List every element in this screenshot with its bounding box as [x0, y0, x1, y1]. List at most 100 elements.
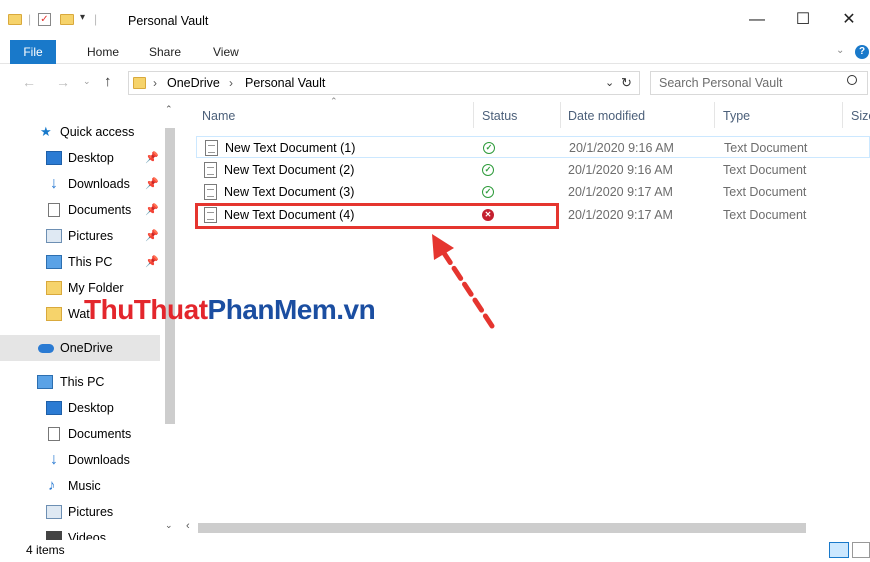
sidebar-item-label: This PC [68, 255, 113, 269]
pin-icon: 📌 [145, 178, 159, 190]
title-bar: | ✓ ▾ | Personal Vault — ☐ ✕ [0, 0, 870, 40]
folder-icon [133, 77, 146, 89]
recent-locations-icon[interactable]: ⌄ [83, 76, 91, 87]
sidebar-item-pc-music[interactable]: ♪ Music [0, 473, 160, 499]
address-dropdown-icon[interactable]: ⌄ [605, 76, 614, 89]
file-date: 20/1/2020 9:17 AM [568, 185, 673, 199]
chevron-down-icon[interactable]: ⌄ [836, 45, 844, 56]
search-input[interactable]: Search Personal Vault [659, 76, 782, 90]
sidebar-item-this-pc[interactable]: This PC [0, 369, 160, 395]
column-header-size[interactable]: Size [851, 102, 870, 130]
breadcrumb-onedrive[interactable]: OneDrive [167, 76, 220, 90]
annotation-arrow [432, 234, 495, 329]
watermark-part: PhanMem [207, 294, 337, 325]
scroll-up-icon[interactable]: ⌃ [165, 104, 173, 115]
breadcrumb-personal-vault[interactable]: Personal Vault [245, 76, 325, 90]
sidebar-item-label: Pictures [68, 505, 114, 519]
column-divider[interactable] [842, 102, 843, 128]
sidebar-item-pc-pictures[interactable]: Pictures [0, 499, 160, 525]
tab-home[interactable]: Home [87, 40, 119, 64]
file-date: 20/1/2020 9:17 AM [568, 208, 673, 222]
sidebar-item-label: Downloads [68, 453, 130, 467]
text-file-icon [204, 162, 217, 178]
search-icon[interactable] [847, 75, 857, 85]
sidebar-item-pictures[interactable]: Pictures 📌 [0, 223, 160, 249]
sort-ascending-icon: ⌃ [330, 96, 338, 106]
folder-icon [46, 307, 62, 321]
text-file-icon [204, 184, 217, 200]
up-arrow-icon[interactable]: ↑ [104, 73, 112, 90]
pictures-icon [46, 229, 62, 243]
close-button[interactable]: ✕ [826, 6, 870, 34]
minimize-button[interactable]: — [734, 6, 780, 34]
back-arrow-icon[interactable]: ← [22, 74, 36, 90]
sidebar-item-pc-videos[interactable]: Videos [0, 525, 160, 540]
synced-check-icon: ✓ [483, 142, 495, 154]
star-icon: ★ [40, 124, 52, 139]
sidebar-item-label: Videos [68, 531, 106, 540]
column-divider[interactable] [714, 102, 715, 128]
sidebar-item-label: Music [68, 479, 101, 493]
properties-icon[interactable]: ✓ [38, 13, 51, 26]
file-row[interactable]: New Text Document (1) ✓ 20/1/2020 9:16 A… [196, 136, 870, 158]
forward-arrow-icon[interactable]: → [56, 74, 70, 90]
synced-check-icon: ✓ [482, 186, 494, 198]
maximize-button[interactable]: ☐ [780, 6, 826, 34]
item-count: 4 items [26, 543, 65, 557]
new-folder-icon[interactable] [60, 14, 74, 25]
file-row[interactable]: New Text Document (3) ✓ 20/1/2020 9:17 A… [196, 181, 870, 203]
highlight-box [195, 203, 559, 229]
pin-icon: 📌 [145, 256, 159, 268]
tab-file[interactable]: File [10, 40, 56, 64]
pin-icon: 📌 [145, 152, 159, 164]
sidebar-item-this-pc-pinned[interactable]: This PC 📌 [0, 249, 160, 275]
column-divider[interactable] [560, 102, 561, 128]
file-type: Text Document [723, 208, 807, 222]
pin-icon: 📌 [145, 204, 159, 216]
window-title: Personal Vault [128, 14, 209, 28]
scrollbar-thumb[interactable] [165, 128, 175, 424]
sidebar-item-label: Documents [68, 427, 132, 441]
tab-view[interactable]: View [213, 40, 239, 64]
computer-icon [37, 375, 53, 389]
tab-share[interactable]: Share [149, 40, 181, 64]
sidebar-item-documents[interactable]: Documents 📌 [0, 197, 160, 223]
sidebar-item-pc-desktop[interactable]: Desktop [0, 395, 160, 421]
search-box[interactable]: Search Personal Vault [650, 71, 868, 95]
sidebar-item-downloads[interactable]: ↓ Downloads 📌 [0, 171, 160, 197]
help-icon[interactable]: ? [855, 45, 869, 59]
chevron-right-icon: › [153, 76, 157, 90]
scroll-down-icon[interactable]: ⌄ [165, 520, 173, 531]
sidebar-item-pc-documents[interactable]: Documents [0, 421, 160, 447]
music-icon: ♪ [48, 477, 56, 494]
column-header-type[interactable]: Type [723, 102, 750, 130]
scrollbar-thumb[interactable] [198, 523, 806, 533]
details-view-icon[interactable] [829, 542, 849, 558]
address-bar[interactable]: › OneDrive › Personal Vault ⌄ ↻ [128, 71, 640, 95]
sidebar-item-onedrive[interactable]: OneDrive [0, 335, 160, 361]
computer-icon [46, 255, 62, 269]
column-divider[interactable] [473, 102, 474, 128]
customize-qat-icon[interactable]: ▾ [80, 12, 85, 23]
file-type: Text Document [724, 141, 808, 155]
desktop-icon [46, 151, 62, 165]
navigation-bar: ← → ⌄ ↑ › OneDrive › Personal Vault ⌄ ↻ … [0, 66, 870, 100]
column-header-status[interactable]: Status [482, 102, 517, 130]
refresh-icon[interactable]: ↻ [621, 75, 632, 91]
sidebar-item-pc-downloads[interactable]: ↓ Downloads [0, 447, 160, 473]
sidebar-item-desktop[interactable]: Desktop 📌 [0, 145, 160, 171]
watermark-part: .vn [336, 294, 376, 325]
column-header-date-modified[interactable]: Date modified [568, 102, 645, 130]
file-date: 20/1/2020 9:16 AM [568, 163, 673, 177]
text-file-icon [205, 140, 218, 156]
folder-icon [8, 14, 22, 25]
status-bar: 4 items [0, 540, 870, 562]
sidebar-item-quick-access[interactable]: ★ Quick access [0, 119, 160, 145]
pin-icon: 📌 [145, 230, 159, 242]
large-icons-view-icon[interactable] [852, 542, 870, 558]
sidebar-item-label: Pictures [68, 229, 114, 243]
file-date: 20/1/2020 9:16 AM [569, 141, 674, 155]
column-header-name[interactable]: Name [202, 102, 235, 130]
file-row[interactable]: New Text Document (2) ✓ 20/1/2020 9:16 A… [196, 159, 870, 181]
scroll-left-icon[interactable]: ‹ [186, 520, 190, 532]
